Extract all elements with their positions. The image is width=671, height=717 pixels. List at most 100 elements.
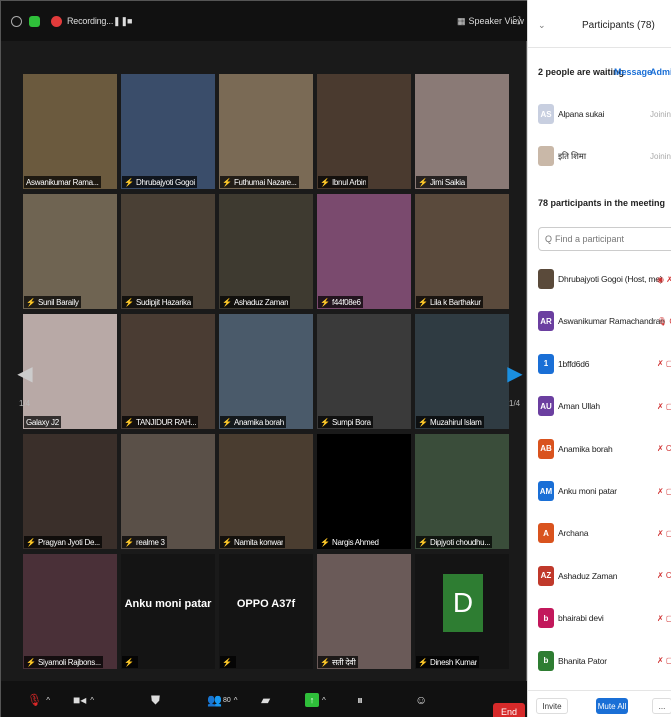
participant-name: Muzahirul Islam	[429, 417, 482, 427]
video-tile[interactable]: ⚡ Pragyan Jyoti De...	[23, 434, 117, 549]
video-tile[interactable]: ⚡ f44f08e6	[317, 194, 411, 309]
video-tile[interactable]: OPPO A37f ⚡	[219, 554, 313, 669]
recording-indicator[interactable]: Recording...	[51, 14, 113, 28]
participants-panel: ⌄ Participants (78) 2 people are waiting…	[527, 0, 671, 717]
chat-bubble-icon: ▰	[261, 693, 271, 707]
participant-name: Pragyan Jyoti De...	[37, 537, 100, 547]
participants-button[interactable]: 👥 80 ^	[207, 691, 238, 709]
participant-name: Futhumai Nazare...	[233, 177, 297, 187]
participant-status-icons: ✗ ▢	[657, 613, 671, 623]
muted-mic-icon: ⚡	[222, 537, 232, 547]
participant-row[interactable]: A Archana ✗ ▢	[528, 515, 671, 551]
participant-row[interactable]: AB Anamika borah ✗ C	[528, 431, 671, 467]
tile-name-tag: ⚡ Dhrubajyoti Gogoi	[122, 176, 197, 188]
message-waiting-link[interactable]: Message	[614, 67, 652, 77]
admit-all-link[interactable]: Admit a	[650, 67, 671, 77]
grid-view-icon: ▦	[457, 15, 466, 26]
muted-mic-icon: ⚡	[26, 537, 36, 547]
video-tile[interactable]: ⚡ Lila k Barthakur	[415, 194, 509, 309]
participant-name: Sudipjit Hazarika	[135, 297, 191, 307]
info-icon[interactable]	[11, 14, 22, 28]
muted-mic-icon: ⚡	[320, 177, 330, 187]
participant-list-name: Ashaduz Zaman	[558, 570, 618, 581]
more-options-button[interactable]: ...	[652, 698, 671, 714]
participant-row[interactable]: b Bhanita Pator ✗ ▢	[528, 643, 671, 679]
muted-mic-icon: ⚡	[418, 537, 428, 547]
previous-page-arrow-icon[interactable]: ◀	[17, 357, 33, 389]
participant-row[interactable]: AU Aman Ullah ✗ ▢	[528, 388, 671, 424]
video-tile[interactable]: D ⚡ Dinesh Kumar	[415, 554, 509, 669]
video-feed	[121, 74, 215, 189]
mute-button[interactable]: 🎙 ^	[27, 691, 50, 709]
mute-all-button[interactable]: Mute All	[596, 698, 628, 714]
video-feed	[23, 74, 117, 189]
find-participant-input[interactable]: Q Find a participant	[538, 227, 671, 251]
video-tile[interactable]: ⚡ TANJIDUR RAH...	[121, 314, 215, 429]
video-feed	[415, 74, 509, 189]
joining-status: Joining	[650, 151, 671, 161]
video-tile[interactable]: ⚡ Sumpi Bora	[317, 314, 411, 429]
video-tile[interactable]: ⚡ Siyamoli Rajbons...	[23, 554, 117, 669]
participant-row[interactable]: AZ Ashaduz Zaman ✗ C	[528, 558, 671, 594]
video-tile[interactable]: ⚡ Ibnul Arbin	[317, 74, 411, 189]
video-tile[interactable]: Galaxy J2	[23, 314, 117, 429]
video-tile[interactable]: ⚡ सती देवी	[317, 554, 411, 669]
waiting-participant-row[interactable]: AS Alpana sukai Joining	[528, 96, 671, 132]
tile-name-tag: Galaxy J2	[24, 416, 61, 428]
video-tile[interactable]: ⚡ Ashaduz Zaman	[219, 194, 313, 309]
video-tile[interactable]: ⚡ Jimi Saikia	[415, 74, 509, 189]
waiting-participant-row[interactable]: इति शिमा Joining	[528, 138, 671, 174]
chat-button[interactable]: ▰	[261, 691, 270, 709]
video-feed	[121, 194, 215, 309]
video-tile[interactable]: Anku moni patar ⚡	[121, 554, 215, 669]
video-tile[interactable]: ⚡ Sunil Baraily	[23, 194, 117, 309]
participants-panel-header: ⌄ Participants (78)	[528, 0, 671, 48]
video-tile[interactable]: ⚡ Dipjyoti choudhu...	[415, 434, 509, 549]
participant-row[interactable]: b bhairabi devi ✗ ▢	[528, 600, 671, 636]
next-page-arrow-icon[interactable]: ▶	[507, 357, 523, 389]
video-feed	[219, 554, 313, 669]
muted-mic-icon: ⚡	[124, 417, 134, 427]
video-feed	[317, 314, 411, 429]
participant-name: Aswanikumar Rama...	[26, 177, 99, 187]
video-tile[interactable]: ⚡ Namita konwar	[219, 434, 313, 549]
record-button[interactable]: ⏸	[357, 691, 363, 709]
participant-row[interactable]: Dhrubajyoti Gogoi (Host, me)◉ ✗ C	[528, 261, 671, 297]
invite-button[interactable]: Invite	[536, 698, 568, 714]
video-tile[interactable]: ⚡ realme 3	[121, 434, 215, 549]
participant-row[interactable]: AR Aswanikumar Ramachandran🎙 C	[528, 303, 671, 339]
reactions-button[interactable]: ☺	[415, 691, 427, 709]
avatar: AS	[538, 104, 554, 124]
tile-name-tag: ⚡ Pragyan Jyoti De...	[24, 536, 102, 548]
video-tile[interactable]: ⚡ Dhrubajyoti Gogoi	[121, 74, 215, 189]
share-screen-button[interactable]: ↑ ^	[305, 691, 326, 709]
video-tile[interactable]: ⚡ Anamika borah	[219, 314, 313, 429]
avatar: b	[538, 650, 554, 671]
video-tile[interactable]: ⚡ Futhumai Nazare...	[219, 74, 313, 189]
reactions-icon: ☺	[415, 693, 428, 707]
video-feed	[219, 74, 313, 189]
chevron-down-icon[interactable]: ⌄	[538, 20, 546, 31]
muted-mic-icon: ⚡	[124, 657, 134, 667]
find-participant-placeholder: Find a participant	[555, 234, 625, 244]
video-tile[interactable]: ⚡ Muzahirul Islam	[415, 314, 509, 429]
video-button[interactable]: ■◂ ^	[73, 691, 94, 709]
muted-mic-icon: ⚡	[418, 417, 428, 427]
participant-row[interactable]: AM Anku moni patar ✗ ▢	[528, 473, 671, 509]
participant-row[interactable]: 1 1bffd6d6 ✗ ▢	[528, 346, 671, 382]
pause-recording-icon[interactable]: ❚❚	[113, 14, 128, 28]
video-tile[interactable]: ⚡ Sudipjit Hazarika	[121, 194, 215, 309]
video-tile[interactable]: Aswanikumar Rama...	[23, 74, 117, 189]
security-button[interactable]: ⛊	[151, 691, 160, 709]
participant-list-name: Dhrubajyoti Gogoi (Host, me)	[558, 274, 663, 284]
fullscreen-icon[interactable]: ⛶	[513, 14, 520, 28]
video-tile[interactable]: ⚡ Nargis Ahmed	[317, 434, 411, 549]
panel-title: Participants (78)	[582, 20, 655, 31]
tile-name-tag: ⚡ TANJIDUR RAH...	[122, 416, 199, 428]
tile-name-tag: ⚡ सती देवी	[318, 656, 358, 668]
end-meeting-button[interactable]: End	[493, 703, 525, 717]
avatar: b	[538, 608, 554, 629]
stop-recording-icon[interactable]: ■	[127, 14, 132, 28]
shield-icon[interactable]	[29, 14, 40, 28]
muted-mic-icon: ⚡	[418, 657, 428, 667]
